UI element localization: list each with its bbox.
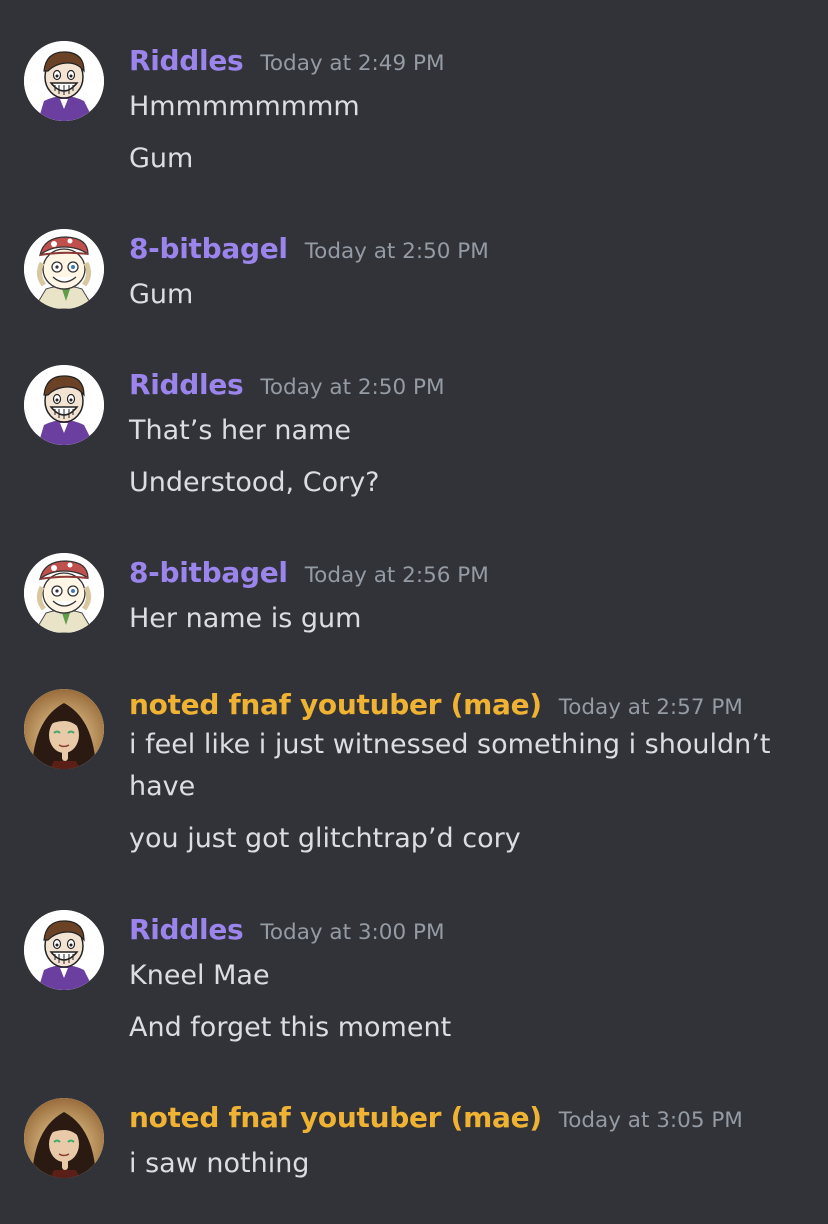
riddles-avatar-image — [24, 910, 104, 990]
message-text: you just got glitchtrap’d cory — [129, 823, 521, 854]
mae-avatar-image — [24, 689, 104, 769]
timestamp: Today at 2:56 PM — [304, 563, 489, 588]
bagel-avatar-image — [24, 229, 104, 309]
riddles-avatar-image — [24, 365, 104, 445]
timestamp: Today at 2:50 PM — [304, 239, 489, 264]
message-text: i feel like i just witnessed something i… — [129, 729, 771, 802]
bagel-avatar-image — [24, 553, 104, 633]
bagel-avatar[interactable] — [24, 229, 104, 309]
message-text: Hmmmmmmmm — [129, 91, 360, 122]
message-text: And forget this moment — [129, 1012, 452, 1043]
author-name[interactable]: 8-bitbagel — [129, 556, 288, 589]
timestamp: Today at 3:05 PM — [558, 1108, 743, 1133]
mae-avatar[interactable] — [24, 1098, 104, 1178]
message-text: i saw nothing — [129, 1148, 310, 1179]
mae-avatar-image — [24, 1098, 104, 1178]
author-name[interactable]: Riddles — [129, 44, 244, 77]
message-text: Understood, Cory? — [129, 467, 380, 498]
author-name[interactable]: Riddles — [129, 913, 244, 946]
message-text: Her name is gum — [129, 603, 362, 634]
message-text: That’s her name — [129, 415, 351, 446]
author-name[interactable]: Riddles — [129, 368, 244, 401]
bagel-avatar[interactable] — [24, 553, 104, 633]
mae-avatar[interactable] — [24, 689, 104, 769]
riddles-avatar[interactable] — [24, 910, 104, 990]
timestamp: Today at 3:00 PM — [260, 920, 445, 945]
timestamp: Today at 2:49 PM — [260, 51, 445, 76]
author-name[interactable]: noted fnaf youtuber (mae) — [129, 1101, 542, 1134]
riddles-avatar[interactable] — [24, 365, 104, 445]
riddles-avatar-image — [24, 41, 104, 121]
timestamp: Today at 2:50 PM — [260, 375, 445, 400]
timestamp: Today at 2:57 PM — [558, 695, 743, 720]
author-name[interactable]: 8-bitbagel — [129, 232, 288, 265]
author-name[interactable]: noted fnaf youtuber (mae) — [129, 688, 542, 721]
message-text: Gum — [129, 143, 194, 174]
message-text: Kneel Mae — [129, 960, 270, 991]
riddles-avatar[interactable] — [24, 41, 104, 121]
message-text: Gum — [129, 279, 194, 310]
